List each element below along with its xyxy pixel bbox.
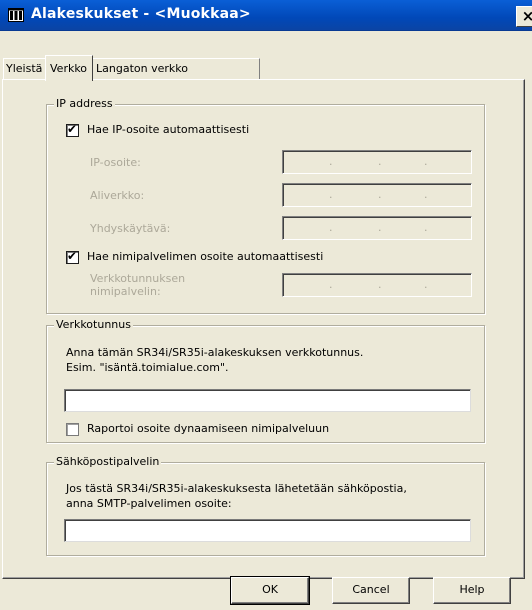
tab-verkko[interactable]: Verkko <box>45 55 93 81</box>
checkmark-icon: ✔ <box>67 122 78 136</box>
app-icon <box>8 7 24 23</box>
title-bar[interactable]: Alakeskukset - <Muokkaa> × <box>0 0 532 31</box>
close-icon: × <box>521 7 532 25</box>
dns-server-label: Verkkotunnuksen nimipalvelin: <box>90 272 186 298</box>
tab-label: Verkko <box>50 62 88 75</box>
dns-server-field: ... <box>282 273 472 297</box>
tab-yleista[interactable]: Yleistä <box>3 58 46 79</box>
ip-address-legend: IP address <box>54 97 115 110</box>
cancel-button[interactable]: Cancel <box>332 577 410 604</box>
auto-dns-checkbox[interactable]: ✔ <box>66 249 79 264</box>
gateway-label: Yhdyskäytävä: <box>90 222 171 235</box>
auto-ip-label: Hae IP-osoite automaattisesti <box>87 123 250 136</box>
help-button[interactable]: Help <box>433 577 511 604</box>
ip-address-field: ... <box>282 150 472 174</box>
domain-description: Anna tämän SR34i/SR35i-alakeskuksen verk… <box>66 346 364 374</box>
ok-button[interactable]: OK <box>230 576 310 605</box>
report-dns-checkbox[interactable] <box>66 423 79 436</box>
subnet-field: ... <box>282 183 472 207</box>
tab-label: Yleistä <box>6 62 43 75</box>
tab-label: Langaton verkko <box>96 62 188 75</box>
ip-address-label: IP-osoite: <box>90 156 141 169</box>
close-button[interactable]: × <box>516 6 532 27</box>
mail-server-description: Jos tästä SR34i/SR35i-alakeskuksesta läh… <box>66 482 407 510</box>
auto-dns-label: Hae nimipalvelimen osoite automaattisest… <box>87 250 324 263</box>
report-dns-label: Raportoi osoite dynaamiseen nimipalveluu… <box>87 422 330 435</box>
gateway-field: ... <box>282 216 472 240</box>
domain-input[interactable] <box>64 389 471 412</box>
checkmark-icon: ✔ <box>67 249 78 263</box>
smtp-server-input[interactable] <box>64 519 471 542</box>
window-title: Alakeskukset - <Muokkaa> <box>31 6 251 22</box>
auto-ip-checkbox[interactable]: ✔ <box>66 122 79 137</box>
tab-langaton-verkko[interactable]: Langaton verkko <box>92 58 260 79</box>
subnet-label: Aliverkko: <box>90 189 145 202</box>
mail-server-legend: Sähköpostipalvelin <box>54 455 162 468</box>
domain-legend: Verkkotunnus <box>54 318 133 331</box>
